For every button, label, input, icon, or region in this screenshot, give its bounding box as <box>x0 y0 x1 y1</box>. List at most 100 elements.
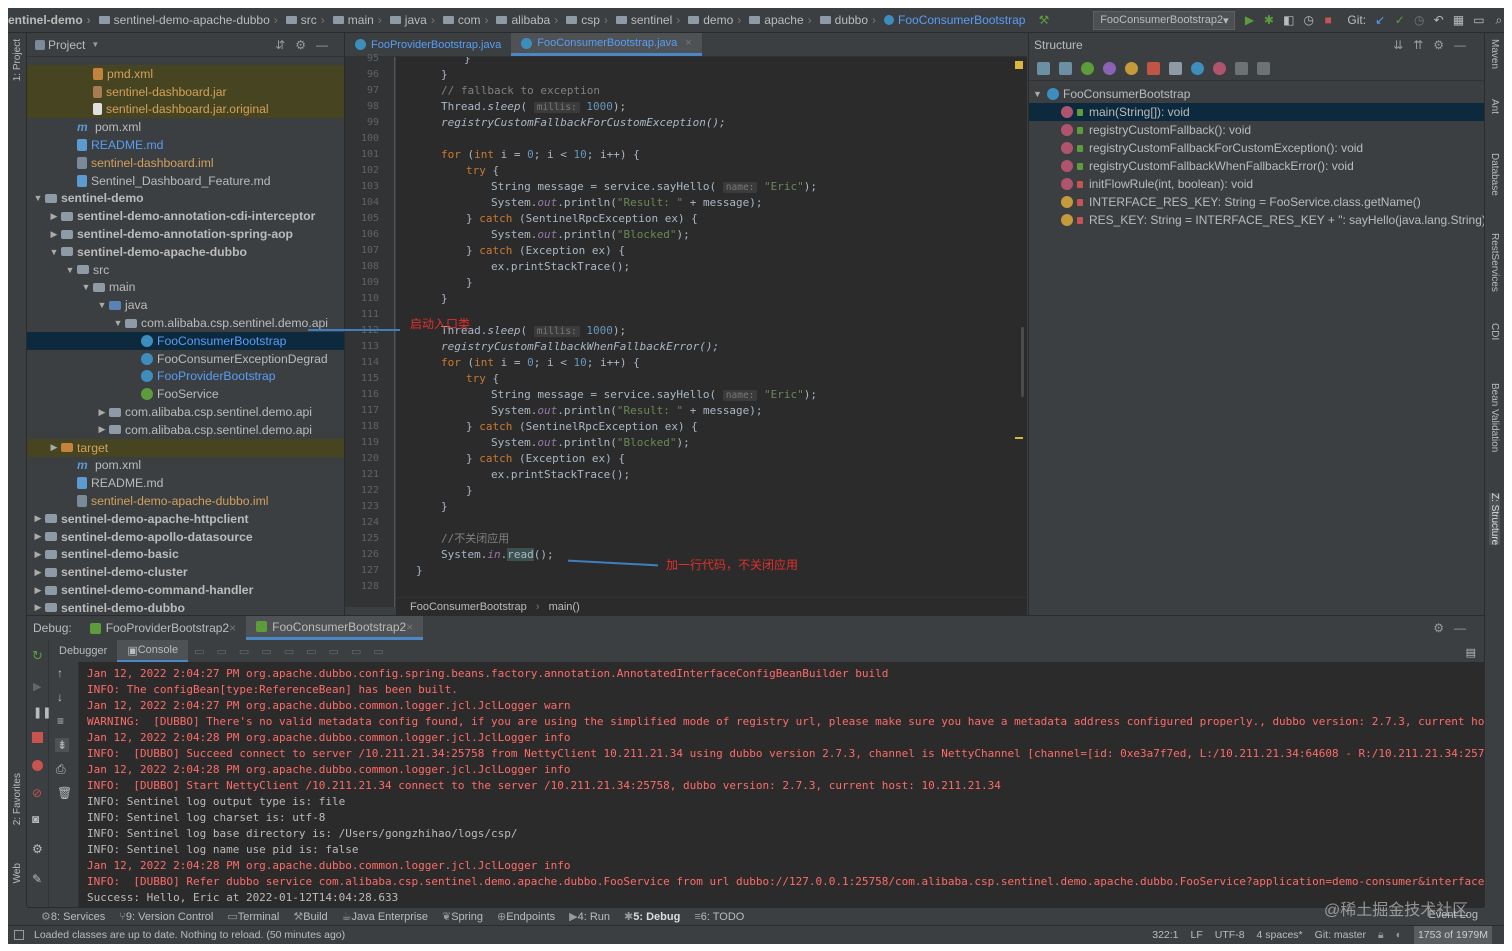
tree-item[interactable]: ▶ sentinel-demo-annotation-cdi-intercepto… <box>27 207 344 225</box>
mute-breakpoints-icon[interactable]: ⊘ <box>32 786 42 800</box>
breadcrumb-item[interactable]: FooConsumerBootstrap <box>880 13 1029 27</box>
console-output[interactable]: Jan 12, 2022 2:04:27 PM org.apache.dubbo… <box>79 662 1484 908</box>
debug-icon[interactable]: ✱ <box>1264 13 1274 27</box>
warning-marker[interactable] <box>1015 437 1023 439</box>
expand-arrow-icon[interactable]: ▼ <box>95 300 109 310</box>
layout-icon[interactable]: ▭ <box>1473 13 1484 27</box>
sort-alpha-icon[interactable] <box>1059 62 1072 75</box>
tree-item[interactable]: ▶ sentinel-demo-apollo-datasource <box>27 528 344 546</box>
editor-tab[interactable]: FooConsumerBootstrap.java × <box>511 33 702 56</box>
tree-item[interactable]: sentinel-dashboard.jar.original <box>27 100 344 119</box>
right-stripe-maven[interactable]: Maven <box>1489 39 1500 69</box>
step-into-icon[interactable]: ▭ <box>239 645 249 658</box>
close-icon[interactable]: × <box>685 37 691 49</box>
tool-window-terminal[interactable]: ▭ Terminal <box>227 910 279 924</box>
right-stripe-ant[interactable]: Ant <box>1489 99 1500 114</box>
tree-item[interactable]: ▶ sentinel-demo-apache-httpclient <box>27 510 344 528</box>
breadcrumb-item[interactable]: java › <box>386 13 439 27</box>
collapse-icon[interactable]: ⇵ <box>275 38 295 52</box>
minimize-icon[interactable]: — <box>1454 621 1476 635</box>
show-properties-icon[interactable] <box>1103 62 1116 75</box>
anonymous-classes-icon[interactable] <box>1191 62 1204 75</box>
expand-arrow-icon[interactable]: ▶ <box>47 211 61 222</box>
line-separator[interactable]: LF <box>1191 929 1203 941</box>
autoscroll-to-source-icon[interactable] <box>1235 62 1248 75</box>
tree-item[interactable]: ▼ main <box>27 279 344 297</box>
debug-subtab-console[interactable]: ▣ Console <box>117 640 189 662</box>
tree-item[interactable]: README.md <box>27 474 344 492</box>
tree-item[interactable]: sentinel-dashboard.jar <box>27 82 344 101</box>
expand-arrow-icon[interactable]: ▼ <box>31 193 45 203</box>
tree-item[interactable]: ▶ com.alibaba.csp.sentinel.demo.api <box>27 403 344 421</box>
tree-item[interactable]: FooService <box>27 385 344 403</box>
expand-all-icon[interactable]: ⇊ <box>1393 38 1413 52</box>
tool-window-spring[interactable]: ❦ Spring <box>442 910 483 924</box>
rollback-icon[interactable]: ↶ <box>1433 13 1444 27</box>
minimize-icon[interactable]: — <box>316 38 338 52</box>
breadcrumb-class[interactable]: FooConsumerBootstrap <box>410 601 527 613</box>
tree-item[interactable]: ▼ src <box>27 261 344 279</box>
collapse-all-icon[interactable]: ⇈ <box>1413 38 1433 52</box>
resume-icon[interactable]: ▶ <box>33 680 41 693</box>
tool-window-services[interactable]: ⚙ 8: Services <box>41 910 105 924</box>
settings-icon[interactable]: ⚙ <box>32 842 43 856</box>
structure-item[interactable]: RES_KEY: String = INTERFACE_RES_KEY + ":… <box>1029 211 1484 229</box>
breadcrumb-item[interactable]: sentinel › <box>612 13 684 27</box>
breadcrumb-item[interactable]: src › <box>282 13 329 27</box>
warning-marker[interactable] <box>1015 61 1023 69</box>
tree-item[interactable]: sentinel-dashboard.iml <box>27 154 344 172</box>
show-lambdas-icon[interactable] <box>1169 62 1182 75</box>
tree-item[interactable]: ▶ sentinel-demo-dubbo <box>27 599 344 615</box>
stop-icon[interactable] <box>32 732 43 743</box>
tool-window-run[interactable]: ▶ 4: Run <box>569 910 610 924</box>
close-icon[interactable]: × <box>406 620 413 634</box>
file-encoding[interactable]: UTF-8 <box>1215 929 1245 941</box>
structure-item[interactable]: registryCustomFallback(): void <box>1029 121 1484 139</box>
trash-icon[interactable]: 🗑 <box>57 786 72 800</box>
gear-icon[interactable]: ⚙ <box>1433 621 1454 635</box>
tree-item[interactable]: ▶ sentinel-demo-cluster <box>27 563 344 581</box>
pin-icon[interactable]: ✎ <box>32 872 42 886</box>
expand-arrow-icon[interactable]: ▼ <box>111 318 125 328</box>
trace-icon[interactable]: ▭ <box>373 645 383 658</box>
structure-item[interactable]: registryCustomFallbackForCustomException… <box>1029 139 1484 157</box>
indent-setting[interactable]: 4 spaces* <box>1257 929 1303 941</box>
expand-arrow-icon[interactable]: ▶ <box>31 549 45 560</box>
tree-item[interactable]: FooProviderBootstrap <box>27 368 344 386</box>
web-stripe-button[interactable]: Web <box>12 863 23 883</box>
right-stripe-bean-validation[interactable]: Bean Validation <box>1489 383 1500 452</box>
run-to-cursor-icon[interactable]: ▭ <box>329 645 339 658</box>
step-over-icon[interactable]: ▭ <box>217 645 227 658</box>
right-stripe-database[interactable]: Database <box>1489 153 1500 196</box>
tree-item[interactable]: ▼ sentinel-demo <box>27 190 344 208</box>
structure-item[interactable]: INTERFACE_RES_KEY: String = FooService.c… <box>1029 193 1484 211</box>
expand-arrow-icon[interactable]: ▶ <box>31 513 45 524</box>
soft-wrap-icon[interactable]: ≡ <box>57 714 64 728</box>
tree-item[interactable]: ▶ target <box>27 438 344 457</box>
tree-item[interactable]: ▶ sentinel-demo-annotation-spring-aop <box>27 225 344 243</box>
autoscroll-from-source-icon[interactable] <box>1257 62 1270 75</box>
build-hammer-icon[interactable]: ⚒ <box>1038 13 1049 27</box>
memory-indicator[interactable]: 1753 of 1979M <box>1413 925 1492 944</box>
inspector-icon[interactable]: ◐ <box>1396 929 1402 941</box>
close-icon[interactable]: × <box>229 621 236 635</box>
debug-session-tab[interactable]: FooProviderBootstrap2 × <box>80 616 246 640</box>
run-icon[interactable]: ▶ <box>1244 13 1254 27</box>
git-commit-icon[interactable]: ✓ <box>1395 13 1405 27</box>
breadcrumb-item[interactable]: sentinel-demo-apache-dubbo › <box>95 13 282 27</box>
tree-item[interactable]: README.md <box>27 136 344 154</box>
tool-window-build[interactable]: ⚒ Build <box>293 910 327 924</box>
tree-item[interactable]: ▼ com.alibaba.csp.sentinel.demo.api <box>27 314 344 332</box>
tree-item[interactable]: ▼ sentinel-demo-apache-dubbo <box>27 243 344 261</box>
expand-arrow-icon[interactable]: ▶ <box>95 424 109 435</box>
expand-arrow-icon[interactable]: ▼ <box>47 247 61 257</box>
structure-item[interactable]: main(String[]): void <box>1029 103 1484 121</box>
structure-item[interactable]: registryCustomFallbackWhenFallbackError(… <box>1029 157 1484 175</box>
tree-item[interactable]: m pom.xml <box>27 118 344 136</box>
expand-arrow-icon[interactable]: ▶ <box>95 407 109 418</box>
expand-arrow-icon[interactable]: ▶ <box>31 602 45 613</box>
down-arrow-icon[interactable]: ↓ <box>57 690 63 704</box>
camera-icon[interactable]: ◙ <box>32 812 39 826</box>
right-stripe-cdi[interactable]: CDI <box>1489 323 1500 340</box>
minimize-icon[interactable]: — <box>1454 38 1476 52</box>
